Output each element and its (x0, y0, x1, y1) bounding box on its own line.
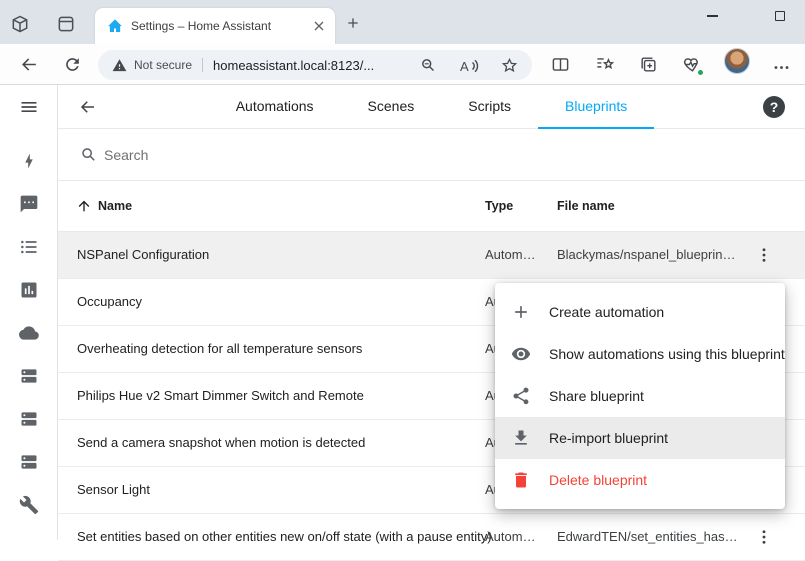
history-chart-icon[interactable] (19, 280, 39, 300)
window-maximize-button[interactable] (757, 0, 803, 32)
profile-avatar[interactable] (724, 48, 750, 74)
table-row[interactable]: NSPanel Configuration Autom… Blackymas/n… (58, 232, 805, 279)
browser-refresh-icon[interactable] (63, 55, 82, 74)
assist-chat-icon[interactable] (19, 194, 39, 214)
not-secure-warning-icon[interactable] (112, 58, 127, 73)
column-header-type: Type (485, 181, 513, 232)
tab-automations[interactable]: Automations (209, 85, 341, 129)
collections-icon[interactable] (639, 55, 658, 74)
menu-item-show-automations[interactable]: Show automations using this blueprint (495, 333, 785, 375)
menu-item-label: Re-import blueprint (549, 430, 668, 446)
plus-icon (511, 302, 531, 322)
favorite-star-icon[interactable] (501, 57, 518, 74)
row-file: Blackymas/nspanel_blueprin… (557, 232, 735, 278)
server-icon-2[interactable] (19, 409, 39, 429)
favorites-hub-icon[interactable] (595, 55, 614, 74)
tab-close-icon[interactable] (311, 18, 327, 34)
row-name: Sensor Light (77, 467, 150, 513)
menu-hamburger-icon[interactable] (19, 97, 39, 117)
column-header-name[interactable]: Name (98, 181, 132, 232)
column-header-file: File name (557, 181, 615, 232)
workspaces-icon[interactable] (10, 14, 30, 34)
ha-tab-bar: Automations Scenes Scripts Blueprints (58, 85, 805, 129)
tools-wrench-icon[interactable] (19, 495, 39, 515)
table-header: Name Type File name (58, 181, 805, 232)
search-row (58, 129, 805, 181)
search-icon (80, 146, 98, 164)
row-overflow-menu-icon[interactable] (752, 243, 776, 267)
browser-tab-strip: Settings – Home Assistant (0, 0, 805, 44)
blueprint-context-menu: Create automation Show automations using… (495, 283, 785, 509)
home-assistant-favicon (107, 18, 123, 34)
help-button[interactable]: ? (763, 96, 785, 118)
row-name: NSPanel Configuration (77, 232, 209, 278)
new-tab-icon[interactable] (345, 15, 361, 31)
browser-toolbar: Not secure homeassistant.local:8123/... … (0, 44, 805, 85)
share-icon (511, 386, 531, 406)
tab-blueprints[interactable]: Blueprints (538, 85, 654, 129)
tab-actions-icon[interactable] (56, 14, 76, 34)
server-icon-1[interactable] (19, 366, 39, 386)
address-divider (202, 58, 203, 72)
energy-lightning-icon[interactable] (19, 151, 39, 171)
row-overflow-menu-icon[interactable] (752, 525, 776, 549)
row-name: Send a camera snapshot when motion is de… (77, 420, 365, 466)
zoom-out-icon[interactable] (420, 57, 437, 74)
row-name: Philips Hue v2 Smart Dimmer Switch and R… (77, 373, 364, 419)
menu-item-reimport-blueprint[interactable]: Re-import blueprint (495, 417, 785, 459)
address-bar[interactable]: Not secure homeassistant.local:8123/... … (98, 50, 532, 80)
tab-scenes[interactable]: Scenes (341, 85, 442, 129)
tab-scripts[interactable]: Scripts (441, 85, 538, 129)
server-icon-3[interactable] (19, 452, 39, 472)
row-name: Overheating detection for all temperatur… (77, 326, 362, 372)
split-screen-icon[interactable] (551, 55, 570, 74)
row-name: Set entities based on other entities new… (77, 514, 492, 560)
logbook-list-icon[interactable] (19, 237, 39, 257)
essentials-status-dot (697, 69, 704, 76)
row-file: EdwardTEN/set_entities_has… (557, 514, 738, 560)
read-aloud-icon[interactable]: A (459, 57, 479, 74)
svg-text:A: A (460, 59, 469, 74)
window-minimize-button[interactable] (689, 0, 735, 32)
ha-sidebar (0, 85, 58, 540)
menu-item-label: Create automation (549, 304, 664, 320)
menu-item-label: Delete blueprint (549, 472, 647, 488)
row-type: Autom… (485, 514, 536, 560)
address-url[interactable]: homeassistant.local:8123/... (213, 58, 374, 73)
menu-item-share-blueprint[interactable]: Share blueprint (495, 375, 785, 417)
browser-tab-title: Settings – Home Assistant (131, 19, 311, 33)
browser-back-icon[interactable] (20, 55, 39, 74)
download-icon (511, 428, 531, 448)
browser-tab[interactable]: Settings – Home Assistant (95, 8, 335, 44)
security-label[interactable]: Not secure (134, 58, 192, 72)
menu-item-delete-blueprint[interactable]: Delete blueprint (495, 459, 785, 501)
search-input[interactable] (104, 147, 504, 163)
menu-item-create-automation[interactable]: Create automation (495, 291, 785, 333)
menu-item-label: Share blueprint (549, 388, 644, 404)
trash-icon (511, 470, 531, 490)
cloud-icon[interactable] (19, 323, 39, 343)
row-name: Occupancy (77, 279, 142, 325)
menu-item-label: Show automations using this blueprint (549, 346, 785, 362)
eye-icon (511, 344, 531, 364)
row-type: Autom… (485, 232, 536, 278)
sort-ascending-icon[interactable] (76, 198, 92, 214)
table-row[interactable]: Set entities based on other entities new… (58, 514, 805, 561)
browser-essentials-icon[interactable] (683, 55, 702, 74)
ha-app-header: Automations Scenes Scripts Blueprints ? (58, 85, 805, 129)
browser-more-icon[interactable] (772, 58, 791, 77)
